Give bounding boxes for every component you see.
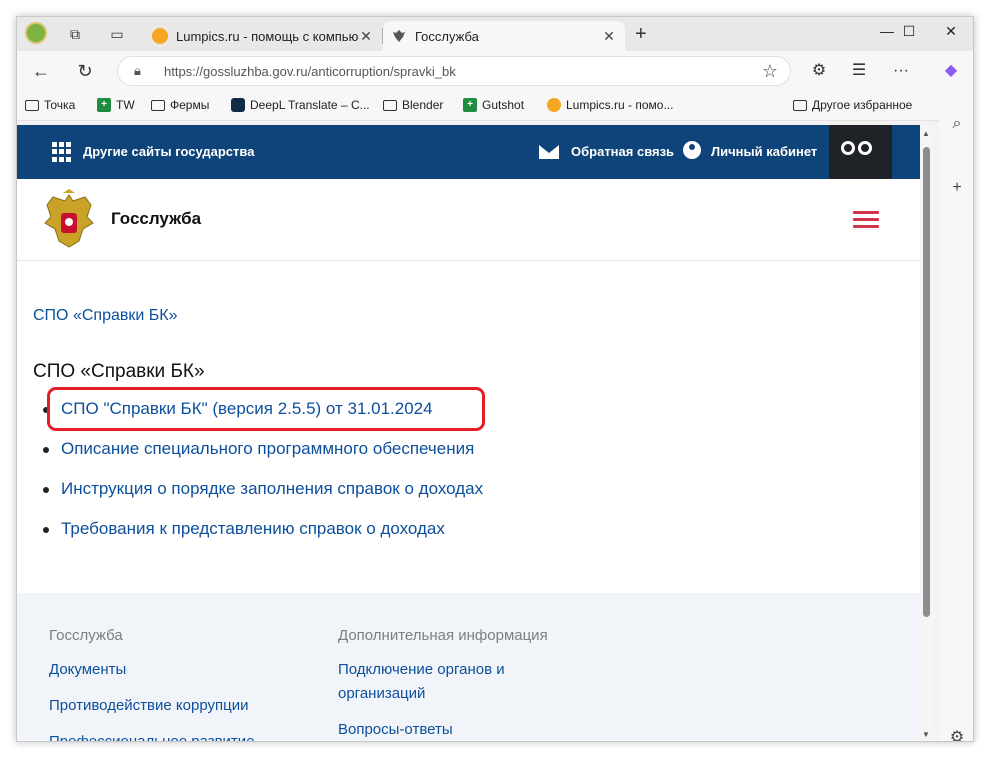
coat-of-arms-icon[interactable] [41,189,97,249]
page-viewport: Другие сайты государства Обратная связь … [17,125,920,741]
feedback-link[interactable]: Обратная связь [571,144,674,159]
favorite-star-icon[interactable]: ☆ [762,61,778,82]
bookmark-item[interactable]: Lumpics.ru - помо... [547,98,673,112]
list-item-description[interactable]: Описание специального программного обесп… [41,437,741,477]
site-topbar: Другие сайты государства Обратная связь … [17,125,920,179]
bookmark-item[interactable]: Точка [25,98,75,112]
refresh-icon[interactable]: ↻ [73,59,97,83]
bookmark-label: Точка [44,98,76,112]
folder-icon [383,99,397,111]
copilot-icon[interactable]: ◆ [939,59,963,83]
add-icon[interactable]: + [945,179,969,203]
bookmark-label: TW [116,98,135,112]
green-square-icon: + [463,98,477,112]
page-scrollbar[interactable]: ▲ ▼ [920,125,933,741]
vertical-tabs-icon[interactable]: ▭ [107,24,127,44]
tab-gossluzhba[interactable]: Госслужба ✕ [383,21,625,51]
footer-link[interactable]: Вопросы-ответы [338,718,558,741]
personal-cabinet-link[interactable]: Личный кабинет [711,144,817,159]
site-header: Госслужба [17,179,920,261]
close-tab-icon[interactable]: ✕ [358,28,374,45]
grid-icon[interactable] [52,142,72,162]
footer-heading: Госслужба [49,627,123,644]
workspaces-icon[interactable]: ⧉ [65,24,85,44]
folder-icon [151,99,165,111]
url-text: https://gossluzhba.gov.ru/anticorruption… [164,64,456,79]
bookmarks-bar: Точка + TW Фермы DeepL Translate – С... … [17,91,973,121]
site-name[interactable]: Госслужба [111,209,201,229]
footer-heading: Дополнительная информация [338,627,548,644]
footer-column-additional: Дополнительная информация Подключение ор… [338,627,558,741]
green-square-icon: + [97,98,111,112]
other-sites-link[interactable]: Другие сайты государства [83,144,254,159]
tab-title: Lumpics.ru - помощь с компьютером [176,28,358,44]
site-footer: Госслужба Документы Противодействие корр… [17,593,920,741]
tab-lumpics[interactable]: Lumpics.ru - помощь с компьютером ✕ [144,21,382,51]
bookmark-label: Gutshot [482,98,525,112]
bookmark-item[interactable]: Фермы [151,98,209,112]
navigation-bar: ← ↻ 🔒︎ https://gossluzhba.gov.ru/anticor… [17,51,973,91]
search-icon[interactable]: ⌕ [945,115,969,139]
close-window-icon[interactable]: ✕ [931,23,971,40]
footer-link[interactable]: Профессиональное развитие [49,730,255,741]
edge-sidebar: ⌕ + ⚙ [939,91,973,741]
accessibility-glasses-icon[interactable] [829,125,892,179]
bookmark-item[interactable]: DeepL Translate – С... [231,98,370,112]
bookmark-item[interactable]: Blender [383,98,443,112]
footer-link[interactable]: Подключение органов и организаций [338,658,558,706]
profile-avatar[interactable] [25,22,47,44]
bookmark-label: Lumpics.ru - помо... [566,98,674,112]
folder-icon [793,99,807,111]
gear-icon[interactable]: ⚙ [945,727,969,741]
scroll-down-icon[interactable]: ▼ [922,730,930,739]
user-icon [683,141,701,159]
close-tab-icon[interactable]: ✕ [601,28,617,45]
lumpics-favicon-icon [152,28,168,44]
address-bar[interactable]: 🔒︎ https://gossluzhba.gov.ru/anticorrupt… [117,56,791,86]
tab-strip: ⧉ ▭ Lumpics.ru - помощь с компьютером ✕ … [17,17,973,51]
deepl-icon [231,98,245,112]
scrollbar-thumb[interactable] [923,147,930,617]
mail-icon [539,145,559,159]
bookmark-label: DeepL Translate – С... [250,98,370,112]
hamburger-menu-icon[interactable] [853,211,879,229]
list-item-requirements[interactable]: Требования к представлению справок о дох… [41,517,741,557]
site-info-icon[interactable]: 🔒︎ [134,63,141,79]
footer-link[interactable]: Документы [49,658,255,682]
scroll-up-icon[interactable]: ▲ [922,129,930,138]
extensions-icon[interactable]: ⚙ [807,59,831,83]
bookmark-item[interactable]: + TW [97,98,135,112]
folder-icon [25,99,39,111]
breadcrumb[interactable]: СПО «Справки БК» [33,307,177,325]
orange-icon [547,98,561,112]
favorites-icon[interactable]: ☰ [847,59,871,83]
other-favorites[interactable]: Другое избранное [793,98,912,112]
bookmark-item[interactable]: + Gutshot [463,98,524,112]
list-item-instruction[interactable]: Инструкция о порядке заполнения справок … [41,477,741,517]
highlight-frame [47,387,485,431]
footer-column-gossluzhba: Госслужба Документы Противодействие корр… [49,627,255,741]
new-tab-icon[interactable]: + [635,23,647,46]
back-icon[interactable]: ← [29,59,53,83]
footer-link[interactable]: Противодействие коррупции [49,694,255,718]
other-favorites-label: Другое избранное [812,98,913,112]
more-menu-icon[interactable]: ··· [889,59,913,83]
maximize-icon[interactable]: ☐ [889,23,929,40]
emblem-favicon-icon [393,30,405,42]
page-title: СПО «Справки БК» [33,361,205,382]
tab-title: Госслужба [415,28,479,44]
browser-window: ⧉ ▭ Lumpics.ru - помощь с компьютером ✕ … [16,16,974,742]
bookmark-label: Blender [402,98,444,112]
bookmark-label: Фермы [170,98,210,112]
